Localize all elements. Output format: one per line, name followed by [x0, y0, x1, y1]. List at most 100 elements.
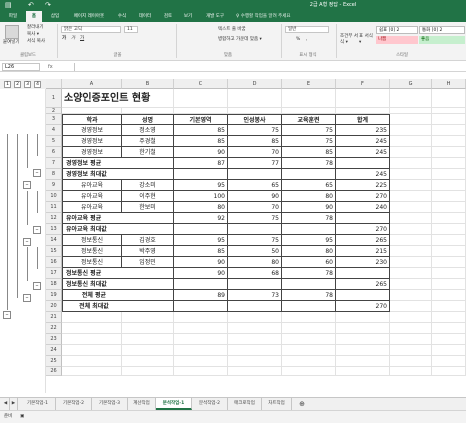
cell[interactable]: 정보통신	[62, 235, 122, 246]
row-header[interactable]: 25	[46, 356, 62, 367]
macro-record-icon[interactable]: ▣	[20, 414, 24, 420]
cell[interactable]	[390, 323, 432, 334]
cell[interactable]	[336, 213, 390, 224]
cell[interactable]: 경영정보	[62, 136, 122, 147]
scroll-right-icon[interactable]: ▶	[10, 398, 18, 410]
cell[interactable]	[282, 279, 336, 290]
cell[interactable]	[390, 213, 432, 224]
cell[interactable]	[432, 235, 466, 246]
cell[interactable]: 240	[336, 202, 390, 213]
cell[interactable]	[390, 367, 432, 376]
cell[interactable]	[228, 312, 282, 323]
cell[interactable]	[282, 356, 336, 367]
cell[interactable]: 전체 최대값	[62, 301, 122, 312]
cell[interactable]	[390, 191, 432, 202]
cell[interactable]: 임정민	[122, 257, 174, 268]
cell[interactable]	[432, 367, 466, 376]
cell[interactable]: 유아교육	[62, 180, 122, 191]
column-header[interactable]: E	[282, 79, 336, 89]
cell[interactable]	[282, 89, 336, 108]
cell[interactable]	[174, 356, 228, 367]
cut-button[interactable]: 잘라내기	[27, 25, 44, 31]
cell[interactable]: 강소미	[122, 180, 174, 191]
cell[interactable]	[336, 323, 390, 334]
cell[interactable]	[122, 356, 174, 367]
merge-center-button[interactable]: 병합하고 가운데 맞춤 ▾	[218, 37, 262, 43]
cell[interactable]: 90	[174, 268, 228, 279]
cell[interactable]: 소양인증포인트 현황	[62, 89, 150, 108]
cell[interactable]	[390, 334, 432, 345]
cell[interactable]	[122, 279, 174, 290]
cell[interactable]	[174, 279, 228, 290]
cell[interactable]: 270	[336, 224, 390, 235]
cell[interactable]	[432, 290, 466, 301]
cell[interactable]	[228, 89, 282, 108]
cell[interactable]	[336, 268, 390, 279]
cell[interactable]	[390, 246, 432, 257]
sheet-tab[interactable]: 계산작업	[128, 398, 156, 410]
cell[interactable]: 245	[336, 136, 390, 147]
collapse-group-button[interactable]: –	[33, 169, 41, 177]
cell[interactable]	[432, 136, 466, 147]
cell[interactable]: 75	[228, 125, 282, 136]
cell[interactable]	[228, 224, 282, 235]
cell[interactable]	[432, 191, 466, 202]
cell[interactable]	[282, 334, 336, 345]
cell[interactable]: 235	[336, 125, 390, 136]
outline-level-3[interactable]: 3	[24, 81, 31, 88]
cell[interactable]: 한기철	[122, 147, 174, 158]
bold-button[interactable]: 가	[62, 36, 66, 42]
cell[interactable]	[432, 147, 466, 158]
cell[interactable]	[390, 345, 432, 356]
number-format-select[interactable]: 일반	[285, 26, 329, 33]
cell[interactable]	[122, 345, 174, 356]
cell[interactable]: 270	[336, 301, 390, 312]
fx-icon[interactable]: fx	[48, 62, 53, 72]
cell[interactable]	[336, 367, 390, 376]
row-header[interactable]: 16	[46, 257, 62, 268]
cell[interactable]	[228, 279, 282, 290]
style-bad[interactable]: 나쁨	[376, 36, 418, 44]
cell[interactable]	[390, 169, 432, 180]
style-comma[interactable]: 쉼표 [0] 2	[376, 26, 418, 34]
cell[interactable]	[390, 279, 432, 290]
cell[interactable]	[282, 301, 336, 312]
cell[interactable]: 80	[282, 246, 336, 257]
cell[interactable]: 박주영	[122, 246, 174, 257]
cell[interactable]	[432, 312, 466, 323]
cell[interactable]: 78	[282, 290, 336, 301]
cell[interactable]	[432, 125, 466, 136]
cell[interactable]	[282, 367, 336, 376]
cell[interactable]	[122, 268, 174, 279]
cell[interactable]: 90	[174, 147, 228, 158]
cell[interactable]	[432, 224, 466, 235]
sheet-tab[interactable]: 기본작업-2	[56, 398, 92, 410]
sheet-tab[interactable]: 기본작업-1	[20, 398, 56, 410]
cell[interactable]	[62, 356, 122, 367]
cell[interactable]	[390, 268, 432, 279]
scroll-left-icon[interactable]: ◀	[2, 398, 10, 410]
cell[interactable]: 78	[282, 213, 336, 224]
cell[interactable]	[390, 202, 432, 213]
cell[interactable]	[174, 89, 228, 108]
cell[interactable]	[432, 89, 466, 108]
tab-formulas[interactable]: 수식	[114, 11, 130, 22]
cell[interactable]: 95	[174, 180, 228, 191]
row-header[interactable]: 9	[46, 180, 62, 191]
cell[interactable]: 92	[174, 213, 228, 224]
row-header[interactable]: 6	[46, 147, 62, 158]
cell[interactable]: 85	[174, 246, 228, 257]
cell[interactable]	[122, 301, 174, 312]
cell[interactable]	[390, 136, 432, 147]
cell[interactable]	[336, 356, 390, 367]
name-box[interactable]: L26	[2, 63, 40, 71]
cell[interactable]: 95	[282, 235, 336, 246]
percent-button[interactable]: %	[296, 37, 300, 43]
cell[interactable]: 80	[228, 257, 282, 268]
row-header[interactable]: 14	[46, 235, 62, 246]
cell[interactable]: 한보미	[122, 202, 174, 213]
cell[interactable]: 유아교육 평균	[62, 213, 122, 224]
cell[interactable]: 265	[336, 279, 390, 290]
cell[interactable]	[122, 334, 174, 345]
format-painter-button[interactable]: 서식 복사	[27, 39, 45, 45]
